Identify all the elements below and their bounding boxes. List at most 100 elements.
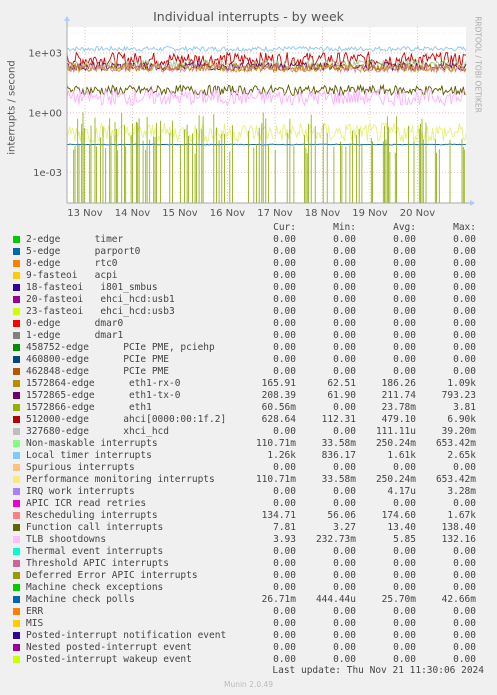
- chart-plot: 1e+03 1e+00 1e-03 13 Nov 14 Nov 15 Nov 16 Nov 1…: [28, 16, 475, 219]
- legend-value-max: 42.66m: [441, 594, 476, 605]
- legend-value-min: 0.00: [333, 462, 356, 473]
- legend-label: 9-fasteoi acpi: [26, 270, 118, 281]
- legend-value-min: 0.00: [333, 486, 356, 497]
- legend-value-max: 138.40: [441, 522, 476, 533]
- legend-label: Spurious interrupts: [26, 462, 135, 473]
- legend-swatch: [13, 272, 20, 279]
- legend-value-cur: 110.71m: [255, 438, 296, 449]
- y-axis-arrow: [64, 16, 70, 21]
- legend-value-max: 0.00: [453, 546, 476, 557]
- legend-value-avg: 13.40: [387, 522, 416, 533]
- legend-value-max: 0.00: [453, 498, 476, 509]
- legend-value-avg: 0.00: [393, 354, 416, 365]
- x-tick-label: 20 Nov: [400, 208, 436, 219]
- legend-value-cur: 0.00: [273, 582, 296, 593]
- legend-value-cur: 7.81: [273, 522, 296, 533]
- legend-row: 512000-edge ahci[0000:00:1f.2] 628.64 112.…: [0, 414, 497, 426]
- legend-value-avg: 186.26: [381, 378, 416, 389]
- legend-value-min: 0.00: [333, 306, 356, 317]
- legend-row: Local timer interrupts 1.26k 836.17 1.61k 2.…: [0, 450, 497, 462]
- legend-value-min: 0.00: [333, 582, 356, 593]
- legend-value-max: 3.28m: [447, 486, 476, 497]
- legend-row: 327680-edge xhci_hcd 0.00 0.00 111.11u 39.20…: [0, 426, 497, 438]
- legend-row: Rescheduling interrupts 134.71 56.06 174.60…: [0, 510, 497, 522]
- legend-value-max: 1.67k: [447, 510, 476, 521]
- last-update: Last update: Thu Nov 21 11:30:06 2024: [272, 665, 484, 676]
- legend-row: 1572864-edge eth1-rx-0 165.91 62.51 186.26 1…: [0, 378, 497, 390]
- legend-value-cur: 0.00: [273, 234, 296, 245]
- legend-value-avg: 0.00: [393, 258, 416, 269]
- legend-header-avg: Avg:: [393, 222, 416, 233]
- legend-swatch: [13, 416, 20, 423]
- legend-row: 23-fasteoi ehci_hcd:usb3 0.00 0.00 0.00 0.00: [0, 306, 497, 318]
- legend-swatch: [13, 296, 20, 303]
- legend-value-cur: 0.00: [273, 426, 296, 437]
- legend-label: 460800-edge PCIe PME: [26, 354, 169, 365]
- legend-row: APIC ICR read retries 0.00 0.00 0.00 0.00: [0, 498, 497, 510]
- legend-value-avg: 174.60: [381, 510, 416, 521]
- x-tick-label: 17 Nov: [257, 208, 293, 219]
- legend-value-min: 62.51: [327, 378, 356, 389]
- legend-swatch: [13, 308, 20, 315]
- legend-row: 1572866-edge eth1 60.56m 0.00 23.78m 3.81: [0, 402, 497, 414]
- legend-value-cur: 0.00: [273, 354, 296, 365]
- legend-header-min: Min:: [333, 222, 356, 233]
- legend-value-cur: 0.00: [273, 486, 296, 497]
- legend-value-avg: 0.00: [393, 570, 416, 581]
- legend-value-min: 61.90: [327, 390, 356, 401]
- legend-row: 2-edge timer 0.00 0.00 0.00 0.00: [0, 234, 497, 246]
- legend-swatch: [13, 488, 20, 495]
- legend-swatch: [13, 368, 20, 375]
- legend-value-avg: 1.61k: [387, 450, 416, 461]
- legend-value-avg: 25.70m: [381, 594, 416, 605]
- legend-value-max: 0.00: [453, 630, 476, 641]
- legend-value-max: 0.00: [453, 342, 476, 353]
- legend-value-avg: 0.00: [393, 366, 416, 377]
- legend-value-max: 0.00: [453, 294, 476, 305]
- legend-label: Machine check exceptions: [26, 582, 164, 593]
- legend-value-min: 0.00: [333, 294, 356, 305]
- x-axis-arrow: [470, 200, 475, 206]
- legend-row: 462848-edge PCIe PME 0.00 0.00 0.00 0.00: [0, 366, 497, 378]
- legend-row: Non-maskable interrupts 110.71m 33.58m 250.…: [0, 438, 497, 450]
- legend-value-cur: 134.71: [261, 510, 296, 521]
- legend-label: 2-edge timer: [26, 234, 124, 245]
- legend-value-min: 0.00: [333, 234, 356, 245]
- legend-value-cur: 0.00: [273, 270, 296, 281]
- legend-label: IRQ work interrupts: [26, 486, 135, 497]
- legend-value-min: 0.00: [333, 330, 356, 341]
- legend-swatch: [13, 524, 20, 531]
- legend-value-min: 0.00: [333, 570, 356, 581]
- legend-label: 20-fasteoi ehci_hcd:usb1: [26, 294, 175, 305]
- legend-value-cur: 0.00: [273, 306, 296, 317]
- legend-value-cur: 0.00: [273, 318, 296, 329]
- legend-label: 512000-edge ahci[0000:00:1f.2]: [26, 414, 227, 425]
- legend-value-min: 0.00: [333, 426, 356, 437]
- legend-value-min: 112.31: [321, 414, 356, 425]
- legend-value-min: 0.00: [333, 558, 356, 569]
- legend-header-cur: Cur:: [273, 222, 296, 233]
- legend-value-max: 0.00: [453, 606, 476, 617]
- legend-swatch: [13, 428, 20, 435]
- legend-row: Threshold APIC interrupts 0.00 0.00 0.00 0.0…: [0, 558, 497, 570]
- legend-label: TLB shootdowns: [26, 534, 107, 545]
- legend-label: Machine check polls: [26, 594, 135, 605]
- legend-value-max: 0.00: [453, 558, 476, 569]
- legend-value-cur: 165.91: [261, 378, 296, 389]
- legend-row: 0-edge dmar0 0.00 0.00 0.00 0.00: [0, 318, 497, 330]
- legend-label: Posted-interrupt wakeup event: [26, 654, 192, 665]
- legend-swatch: [13, 464, 20, 471]
- legend-value-min: 56.06: [327, 510, 356, 521]
- x-tick-label: 13 Nov: [67, 208, 103, 219]
- legend-row: TLB shootdowns 3.93 232.73m 5.85 132.16: [0, 534, 497, 546]
- legend-swatch: [13, 644, 20, 651]
- legend-label: Posted-interrupt notification event: [26, 630, 227, 641]
- legend-swatch: [13, 260, 20, 267]
- legend-swatch: [13, 236, 20, 243]
- legend-row: 20-fasteoi ehci_hcd:usb1 0.00 0.00 0.00 0.00: [0, 294, 497, 306]
- legend-value-avg: 0.00: [393, 342, 416, 353]
- legend-value-max: 653.42m: [435, 474, 476, 485]
- x-tick-label: 18 Nov: [305, 208, 341, 219]
- legend-value-avg: 0.00: [393, 294, 416, 305]
- legend-row: 18-fasteoi i801_smbus 0.00 0.00 0.00 0.00: [0, 282, 497, 294]
